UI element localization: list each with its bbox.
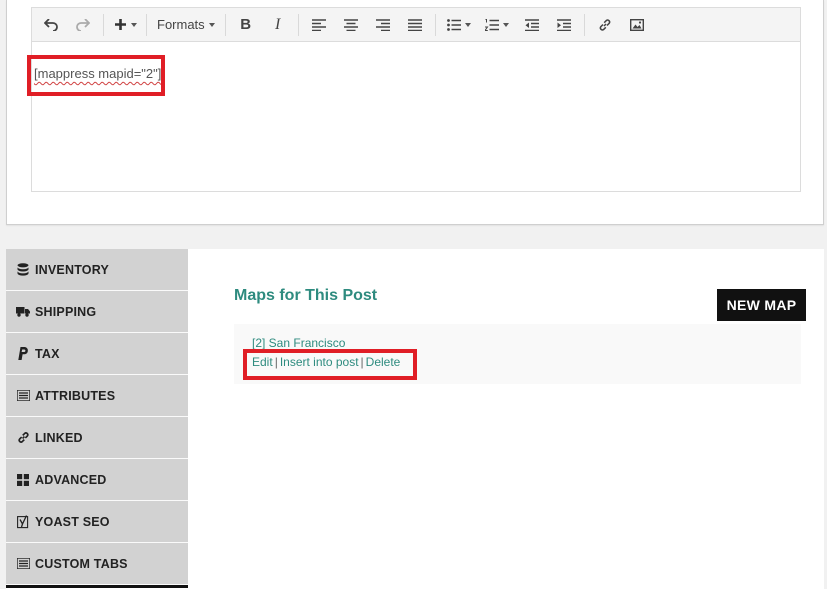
align-left-button[interactable] <box>303 11 335 39</box>
list-alt-icon <box>16 557 30 571</box>
indent-icon <box>556 18 571 31</box>
tab-label: LINKED <box>35 430 83 445</box>
redo-icon <box>76 18 90 31</box>
insert-into-post-link[interactable]: Insert into post <box>280 355 359 369</box>
toolbar-divider <box>103 13 104 36</box>
product-data-panel: INVENTORY SHIPPING TAX ATTRIBUTES LINKED <box>6 249 824 589</box>
tab-label: SHIPPING <box>35 304 97 319</box>
formats-dropdown[interactable]: Formats <box>151 11 221 39</box>
delete-map-link[interactable]: Delete <box>366 355 401 369</box>
link-icon <box>16 431 30 445</box>
map-actions: Edit | Insert into post | Delete <box>252 355 400 369</box>
tab-label: ATTRIBUTES <box>35 388 116 403</box>
bullet-list-dropdown[interactable] <box>440 11 478 39</box>
toolbar-divider <box>146 13 147 36</box>
tab-label: CUSTOM TABS <box>35 556 128 571</box>
paypal-icon <box>16 347 30 361</box>
italic-button[interactable]: I <box>262 11 294 39</box>
chevron-down-icon <box>464 22 471 27</box>
edit-map-link[interactable]: Edit <box>252 355 273 369</box>
insert-link-button[interactable] <box>589 11 621 39</box>
chevron-down-icon <box>130 22 137 27</box>
align-center-icon <box>343 18 358 31</box>
numbered-list-icon <box>484 18 499 31</box>
chevron-down-icon <box>502 22 509 27</box>
mappress-panel: Maps for This Post NEW MAP [2] San Franc… <box>188 249 824 589</box>
tab-label: TAX <box>35 346 60 361</box>
product-data-tabs: INVENTORY SHIPPING TAX ATTRIBUTES LINKED <box>6 249 188 588</box>
italic-icon: I <box>275 15 281 33</box>
bold-icon: B <box>240 16 252 33</box>
separator: | <box>360 355 364 369</box>
editor-toolbar: Formats B I <box>32 8 800 42</box>
shortcode-text[interactable]: [mappress mapid="2"] <box>34 66 161 81</box>
tab-label: ADVANCED <box>35 472 107 487</box>
chevron-down-icon <box>208 22 215 27</box>
grid-icon <box>16 473 30 487</box>
truck-icon <box>16 305 30 319</box>
link-icon <box>599 18 610 31</box>
plus-icon <box>114 19 126 30</box>
formats-label: Formats <box>157 17 205 32</box>
tab-tax[interactable]: TAX <box>6 333 188 375</box>
image-icon <box>629 18 644 31</box>
bold-button[interactable]: B <box>230 11 262 39</box>
new-map-button[interactable]: NEW MAP <box>717 289 806 321</box>
editor-panel: Formats B I [mappress mapid="2"] <box>6 0 824 225</box>
tab-yoast-seo[interactable]: YOAST SEO <box>6 501 188 543</box>
numbered-list-dropdown[interactable] <box>478 11 516 39</box>
tab-shipping[interactable]: SHIPPING <box>6 291 188 333</box>
toolbar-divider <box>434 13 436 36</box>
toolbar-divider <box>583 13 585 36</box>
align-left-icon <box>311 18 326 31</box>
separator: | <box>274 355 278 369</box>
maps-title: Maps for This Post <box>234 287 378 304</box>
tab-linked[interactable]: LINKED <box>6 417 188 459</box>
tab-inventory[interactable]: INVENTORY <box>6 249 188 291</box>
editor-content[interactable]: [mappress mapid="2"] <box>32 42 800 192</box>
tab-attributes[interactable]: ATTRIBUTES <box>6 375 188 417</box>
insert-image-button[interactable] <box>621 11 653 39</box>
tab-active-bar <box>6 585 188 588</box>
align-center-button[interactable] <box>335 11 367 39</box>
undo-button[interactable] <box>35 11 67 39</box>
database-icon <box>16 263 30 277</box>
map-list: [2] San Francisco Edit | Insert into post |… <box>234 324 801 384</box>
align-right-icon <box>375 18 390 31</box>
align-right-button[interactable] <box>367 11 399 39</box>
map-item-link[interactable]: [2] San Francisco <box>252 336 345 350</box>
indent-button[interactable] <box>548 11 580 39</box>
undo-icon <box>44 18 58 31</box>
redo-button[interactable] <box>67 11 99 39</box>
outdent-button[interactable] <box>516 11 548 39</box>
align-justify-icon <box>407 18 422 31</box>
align-justify-button[interactable] <box>399 11 431 39</box>
toolbar-divider <box>224 13 226 36</box>
tab-label: YOAST SEO <box>35 514 110 529</box>
bullet-list-icon <box>446 18 461 31</box>
rich-text-editor: Formats B I [mappress mapid="2"] <box>31 7 801 192</box>
tab-custom-tabs[interactable]: CUSTOM TABS <box>6 543 188 585</box>
tab-advanced[interactable]: ADVANCED <box>6 459 188 501</box>
outdent-icon <box>524 18 539 31</box>
tab-label: INVENTORY <box>35 262 110 277</box>
yoast-icon <box>16 514 30 529</box>
toolbar-divider <box>297 13 299 36</box>
list-icon <box>16 389 30 403</box>
insert-dropdown[interactable] <box>108 11 142 39</box>
